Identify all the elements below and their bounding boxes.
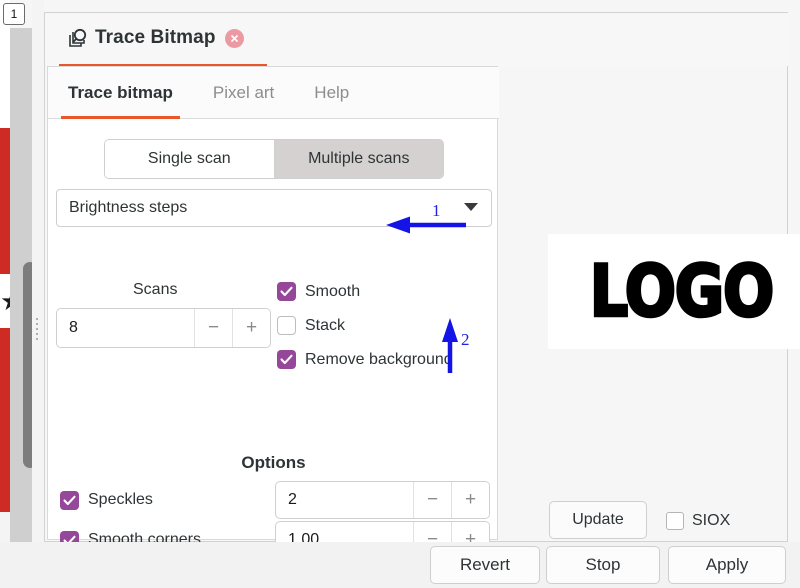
scans-decrement-button[interactable]: − [194, 309, 232, 347]
apply-button[interactable]: Apply [668, 546, 786, 584]
speckles-input[interactable]: 2 [276, 482, 413, 518]
multiple-scans-button[interactable]: Multiple scans [273, 140, 443, 178]
dialog-title: Trace Bitmap [95, 27, 216, 48]
option-row-speckles: Speckles 2 − + [60, 481, 490, 519]
options-heading: Options [241, 453, 306, 472]
tab-pixel-art[interactable]: Pixel art [193, 67, 294, 119]
trace-bitmap-icon [67, 27, 89, 49]
annotation-label-2: 2 [461, 330, 470, 349]
detection-mode-value: Brightness steps [69, 199, 188, 216]
checkbox-checked-icon [277, 282, 296, 301]
siox-checkbox[interactable]: SIOX [666, 512, 730, 530]
stack-label: Stack [305, 316, 346, 334]
annotation-arrow-2 [440, 318, 460, 380]
preview-area: LOGO Update SIOX [500, 66, 800, 540]
checkbox-checked-icon [277, 350, 296, 369]
checkbox-checked-icon [60, 490, 79, 510]
settings-pane: Trace bitmap Pixel art Help Single scan … [47, 66, 499, 588]
speckles-increment-button[interactable]: + [451, 482, 489, 518]
remove-background-label: Remove background [305, 350, 453, 368]
update-button[interactable]: Update [549, 501, 647, 539]
scans-increment-button[interactable]: + [232, 309, 270, 347]
smooth-label: Smooth [305, 282, 361, 300]
tab-pixel-art-label: Pixel art [212, 82, 275, 102]
siox-label: SIOX [692, 512, 731, 529]
annotation-label-1: 1 [432, 201, 441, 220]
remove-background-checkbox[interactable]: Remove background [277, 350, 453, 369]
scan-mode-toggle: Single scan Multiple scans [104, 139, 444, 179]
apply-button-label: Apply [705, 555, 749, 574]
tab-trace-bitmap-label: Trace bitmap [68, 82, 173, 102]
scans-input[interactable]: 8 [57, 309, 194, 347]
checkbox-unchecked-icon [666, 512, 684, 530]
window-badge: 1 [3, 3, 25, 25]
dialog-action-bar: Revert Stop Apply [0, 542, 800, 588]
trace-bitmap-dialog: Trace Bitmap Trace bitmap Pixel art Help… [44, 12, 800, 588]
panel-resize-grip[interactable] [33, 318, 41, 340]
stop-button[interactable]: Stop [546, 546, 660, 584]
stack-checkbox[interactable]: Stack [277, 316, 345, 335]
preview-logo-text: LOGO [588, 248, 775, 334]
tab-help[interactable]: Help [294, 67, 369, 119]
speckles-label: Speckles [88, 491, 153, 508]
tab-trace-bitmap[interactable]: Trace bitmap [48, 67, 193, 119]
dialog-title-group: Trace Bitmap [67, 27, 244, 49]
close-icon[interactable] [224, 28, 244, 48]
canvas-scrollbar-track[interactable] [10, 28, 37, 588]
multiple-scans-label: Multiple scans [308, 150, 410, 167]
annotation-arrow-1 [386, 216, 468, 239]
scans-label: Scans [133, 281, 178, 298]
chevron-down-icon [463, 199, 479, 217]
dialog-header: Trace Bitmap [45, 13, 789, 67]
app-root: ★ 1 Trace Bitmap [0, 0, 800, 588]
stop-button-label: Stop [585, 555, 621, 574]
speckles-stepper: 2 − + [275, 481, 490, 519]
revert-button[interactable]: Revert [430, 546, 540, 584]
smooth-checkbox[interactable]: Smooth [277, 282, 360, 301]
canvas-artwork-sliver: ★ [0, 286, 10, 316]
revert-button-label: Revert [459, 555, 511, 574]
single-scan-button[interactable]: Single scan [105, 140, 274, 178]
preview-image: LOGO [548, 234, 800, 349]
tab-strip: Trace bitmap Pixel art Help [48, 67, 499, 119]
checkbox-unchecked-icon [277, 316, 296, 335]
scans-stepper: 8 − + [56, 308, 271, 348]
single-scan-label: Single scan [147, 150, 231, 167]
tab-help-label: Help [314, 82, 350, 102]
speckles-checkbox[interactable]: Speckles [60, 490, 275, 510]
speckles-decrement-button[interactable]: − [413, 482, 451, 518]
panel-gutter [32, 0, 44, 588]
update-button-label: Update [572, 511, 624, 528]
